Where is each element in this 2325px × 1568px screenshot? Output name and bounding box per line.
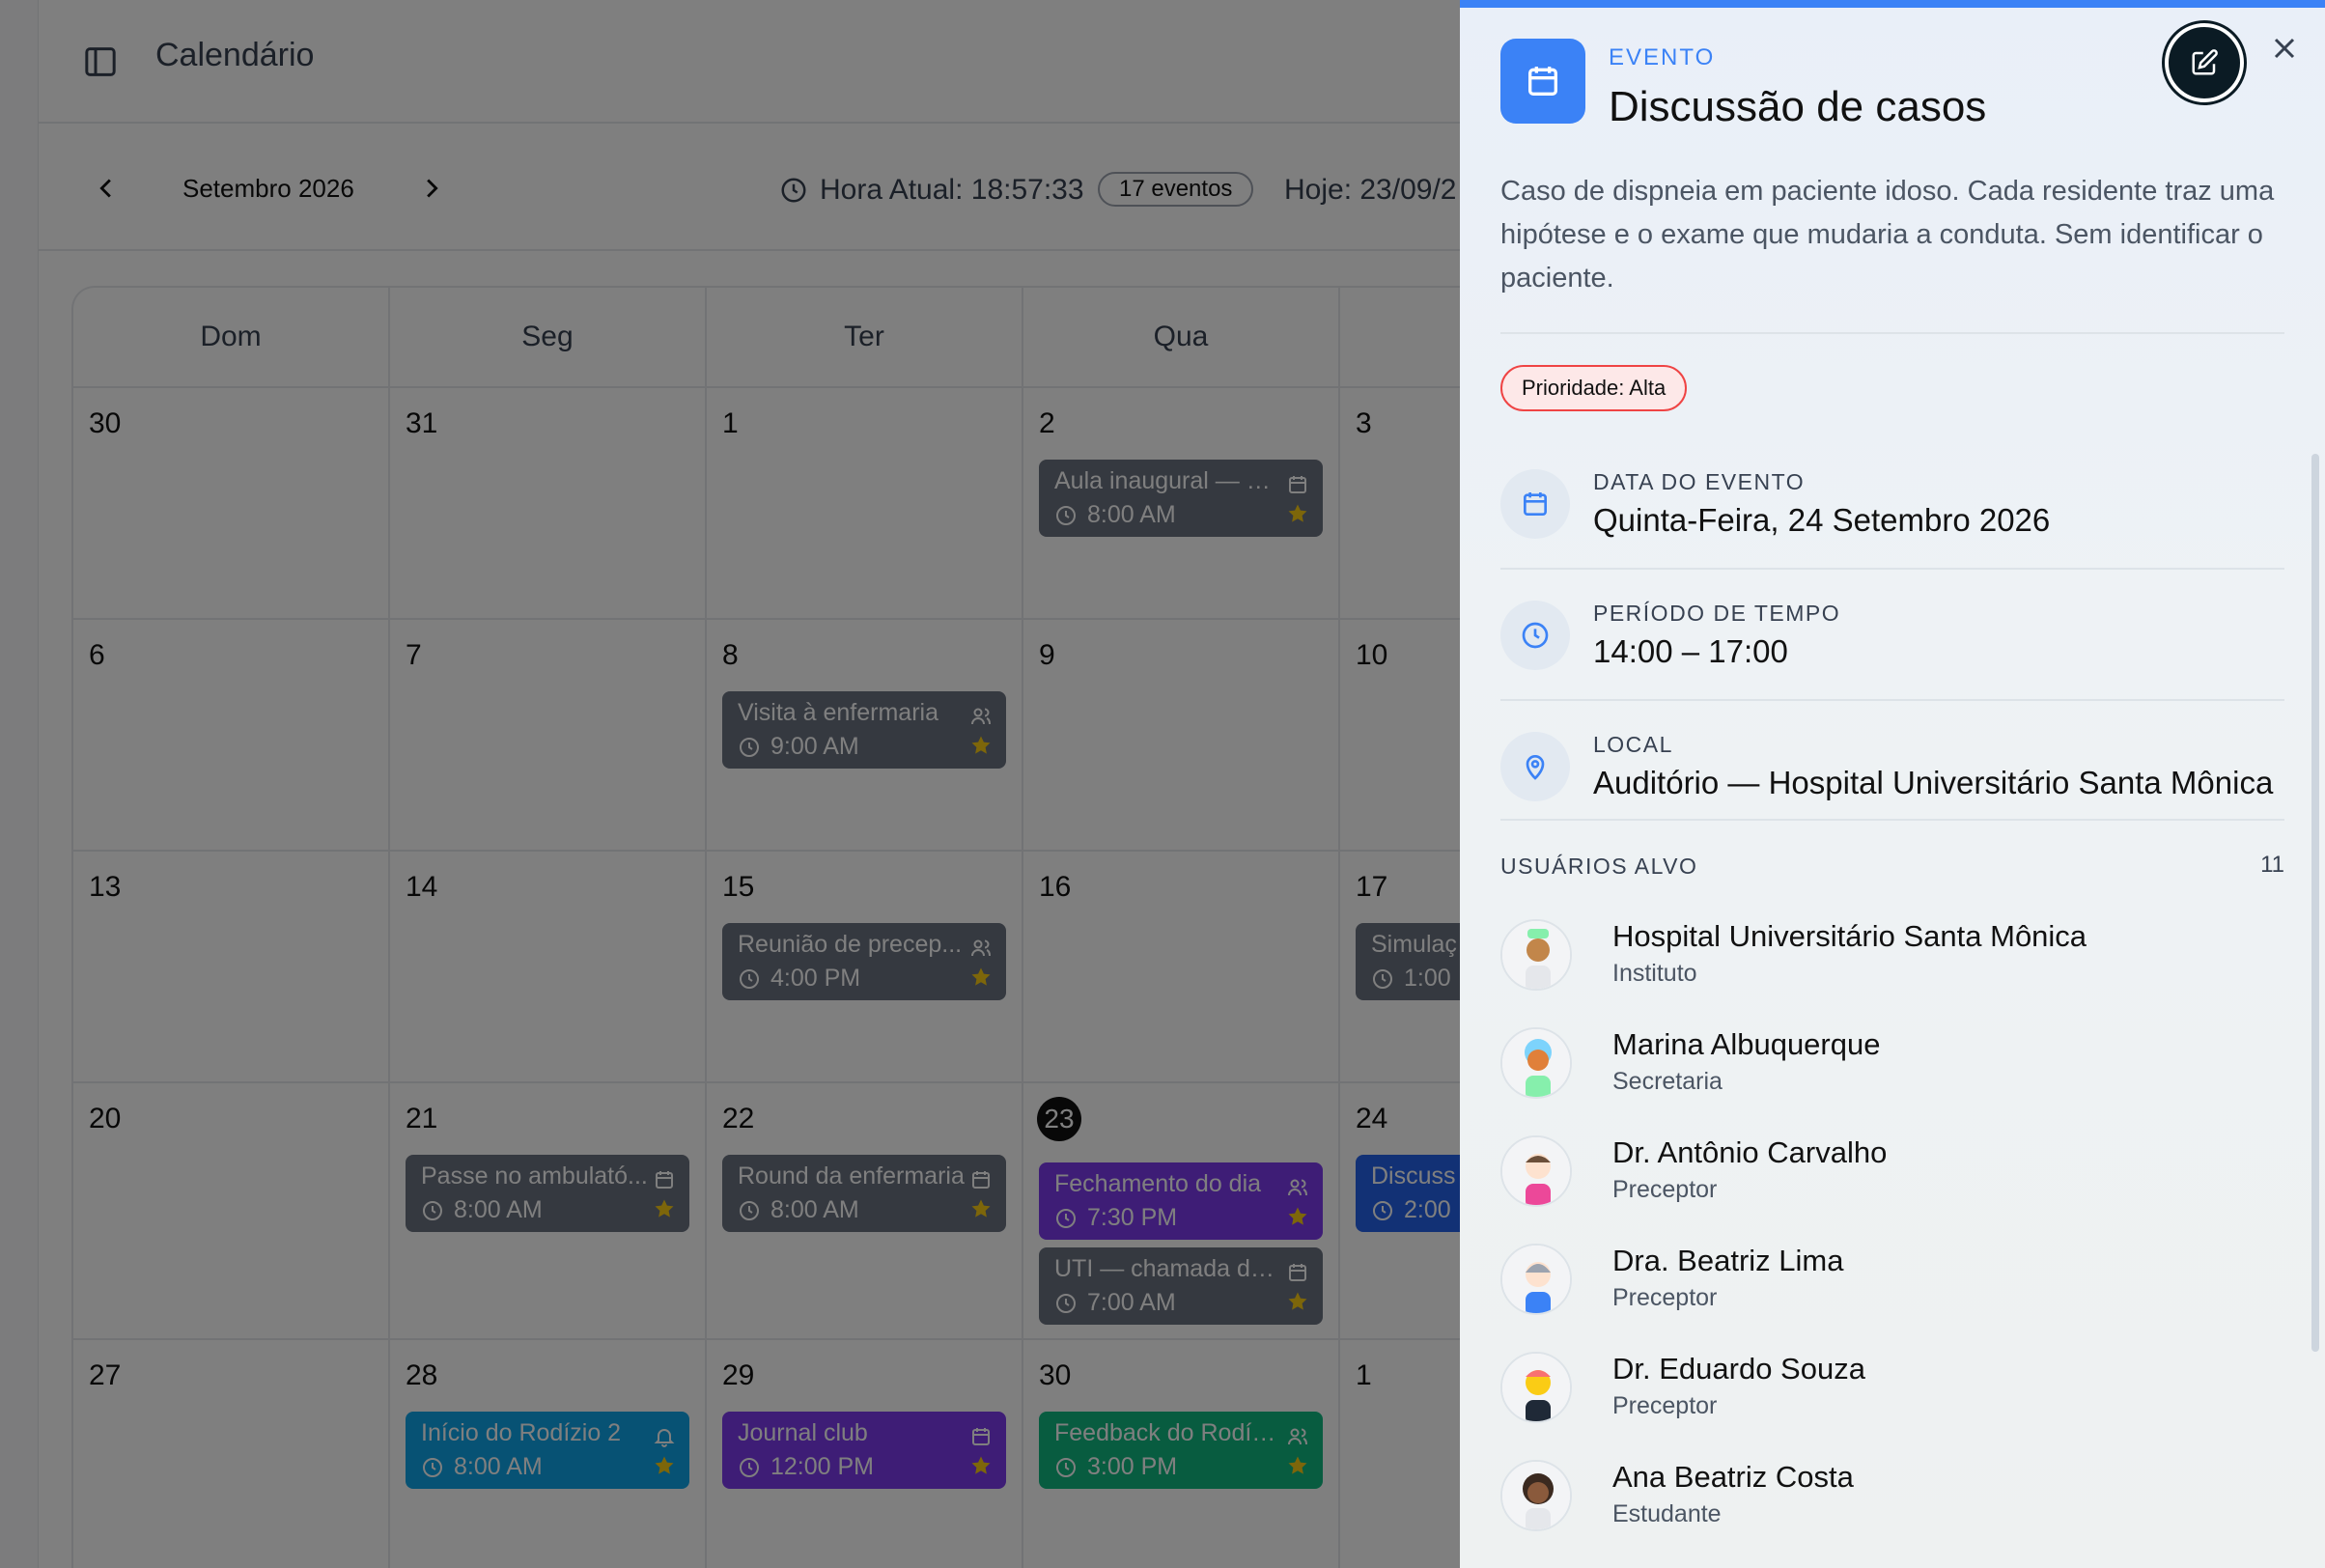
date-info: DATA DO EVENTO Quinta-Feira, 24 Setembro… [1500,452,2284,566]
calendar-icon [1500,469,1570,539]
divider [1500,819,2284,821]
user-item[interactable]: Dr. Antônio Carvalho Preceptor [1500,1126,2284,1222]
target-users-count: 11 [2260,852,2284,878]
avatar [1500,919,1572,991]
user-item[interactable]: Dra. Beatriz Lima Preceptor [1500,1234,2284,1330]
time-info: PERÍODO DE TEMPO 14:00 – 17:00 [1500,583,2284,697]
user-role: Preceptor [1612,1284,1718,1311]
user-item[interactable]: Hospital Universitário Santa Mônica Inst… [1500,910,2284,1006]
calendar-icon [1500,39,1585,124]
user-role: Estudante [1612,1500,1722,1527]
target-users-label: USUÁRIOS ALVO [1500,854,1698,879]
panel-scrollbar[interactable] [2311,454,2319,1352]
divider [1500,699,2284,701]
avatar [1500,1460,1572,1531]
event-detail-panel: EVENTO Discussão de casos Caso de dispne… [1460,0,2325,1568]
user-item[interactable]: Marina Albuquerque Secretaria [1500,1018,2284,1114]
location-value: Auditório — Hospital Universitário Santa… [1593,765,2274,800]
avatar [1500,1135,1572,1207]
map-pin-icon [1500,732,1570,801]
modal-overlay[interactable] [0,0,1460,1568]
avatar [1500,1244,1572,1315]
avatar [1500,1027,1572,1099]
user-role: Instituto [1612,960,1697,987]
user-name: Hospital Universitário Santa Mônica [1612,919,2087,953]
time-value: 14:00 – 17:00 [1593,633,1788,669]
user-name: Dr. Eduardo Souza [1612,1352,1865,1386]
divider [1500,568,2284,570]
user-name: Ana Beatriz Costa [1612,1460,1854,1494]
location-info: LOCAL Auditório — Hospital Universitário… [1500,714,2284,828]
user-role: Secretaria [1612,1068,1723,1095]
user-name: Dra. Beatriz Lima [1612,1244,1844,1277]
clock-icon [1500,601,1570,670]
edit-icon [2190,48,2219,77]
user-name: Dr. Antônio Carvalho [1612,1135,1888,1169]
date-value: Quinta-Feira, 24 Setembro 2026 [1593,502,2051,538]
divider [1500,332,2284,334]
panel-accent-bar [1460,0,2325,8]
user-name: Marina Albuquerque [1612,1027,1881,1061]
event-description: Caso de dispneia em paciente idoso. Cada… [1500,176,2275,294]
event-title: Discussão de casos [1609,83,1987,130]
close-icon[interactable] [2267,31,2302,66]
event-label: EVENTO [1609,44,1716,70]
date-label: DATA DO EVENTO [1593,469,1806,494]
user-item[interactable]: Dr. Eduardo Souza Preceptor [1500,1342,2284,1439]
time-label: PERÍODO DE TEMPO [1593,601,1841,626]
avatar [1500,1352,1572,1423]
priority-badge: Prioridade: Alta [1500,365,1688,411]
location-label: LOCAL [1593,732,1673,757]
edit-button[interactable] [2165,23,2244,102]
user-role: Preceptor [1612,1176,1718,1203]
user-role: Preceptor [1612,1392,1718,1419]
user-item[interactable]: Ana Beatriz Costa Estudante [1500,1450,2284,1547]
